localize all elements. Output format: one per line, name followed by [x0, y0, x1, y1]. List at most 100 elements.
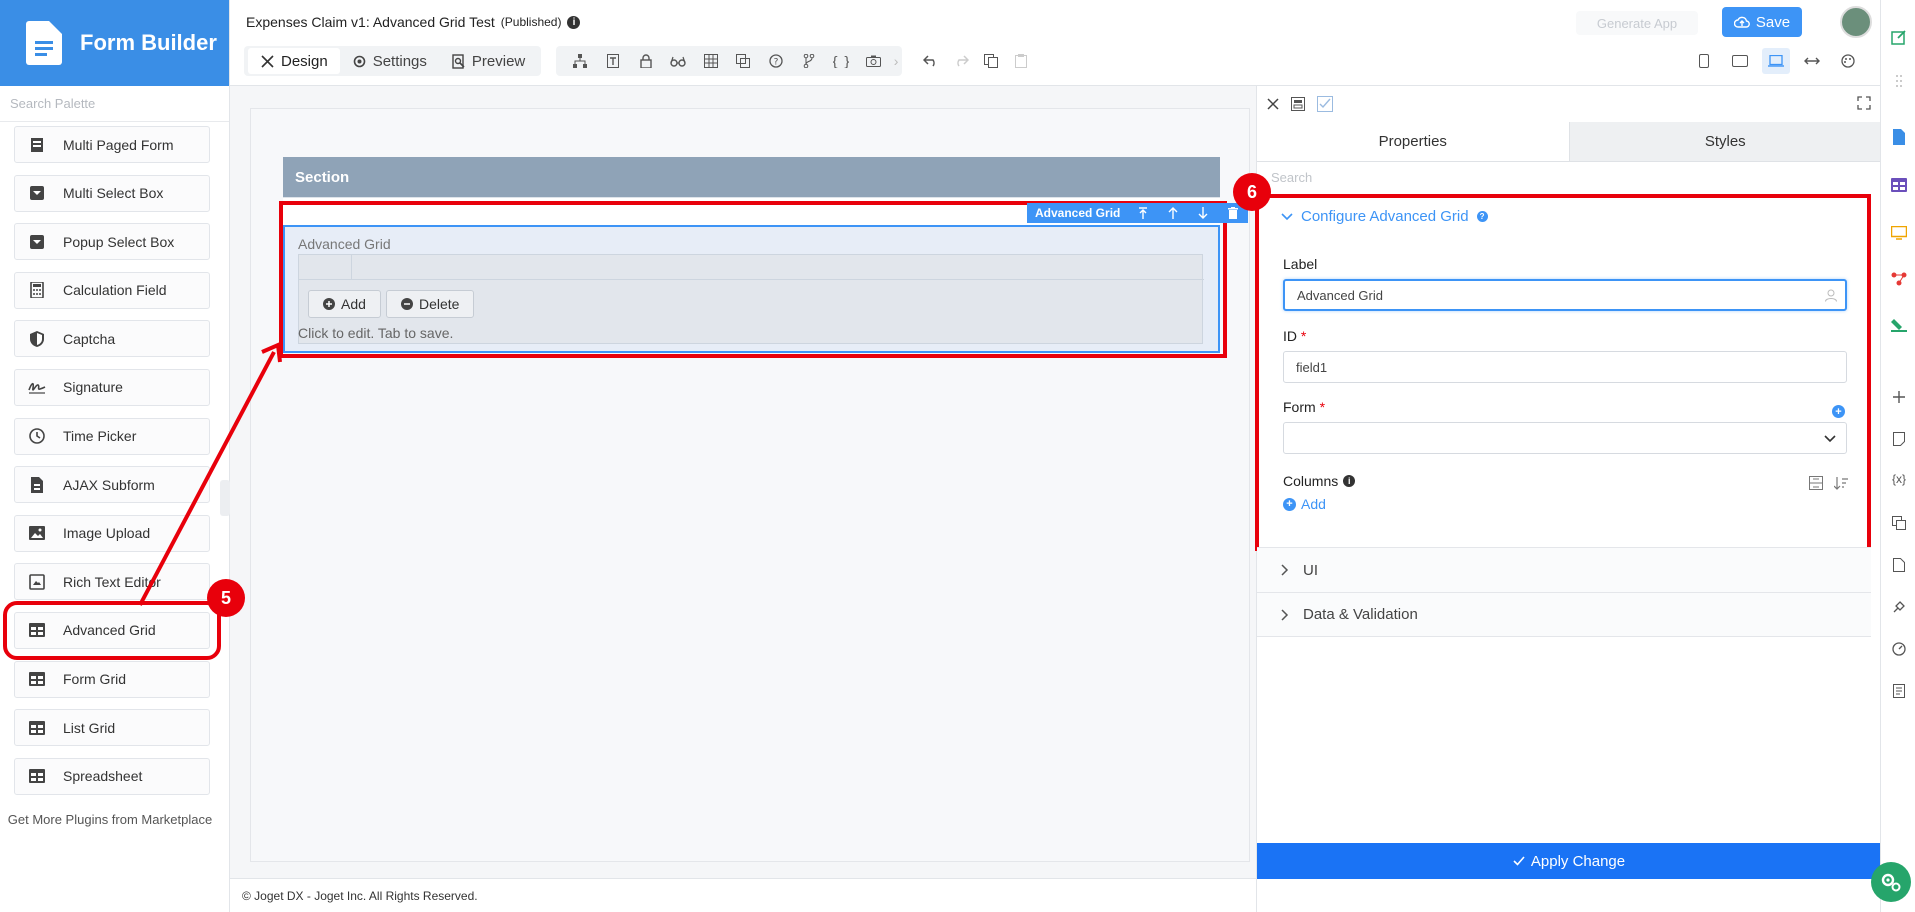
- duplicate-icon[interactable]: [1890, 514, 1908, 532]
- tab-properties[interactable]: Properties: [1257, 122, 1570, 162]
- performance-icon[interactable]: [1890, 640, 1908, 658]
- copy-icon[interactable]: [980, 50, 1002, 72]
- move-down-icon[interactable]: [1188, 203, 1218, 223]
- required-marker: *: [1300, 328, 1307, 344]
- help-icon[interactable]: ?: [760, 46, 793, 76]
- undo-icon[interactable]: [920, 50, 942, 72]
- columns-label: Columns i: [1283, 473, 1356, 489]
- add-icon[interactable]: [1890, 388, 1908, 406]
- palette-item-multi-select-box[interactable]: Multi Select Box: [14, 174, 210, 212]
- close-icon[interactable]: [1267, 98, 1279, 110]
- palette-item-ajax-subform[interactable]: AJAX Subform: [14, 466, 210, 504]
- camera-icon[interactable]: [857, 46, 890, 76]
- tab-settings[interactable]: Settings: [340, 48, 439, 74]
- palette-search-input[interactable]: [10, 96, 210, 111]
- palette-item-image-upload[interactable]: Image Upload: [14, 514, 210, 552]
- plugin-icon[interactable]: [1890, 598, 1908, 616]
- table-icon[interactable]: [694, 46, 727, 76]
- log-icon[interactable]: [1890, 682, 1908, 700]
- info-icon[interactable]: i: [1343, 475, 1356, 487]
- tab-preview[interactable]: Preview: [439, 48, 537, 74]
- document-icon[interactable]: [1890, 556, 1908, 574]
- configure-section-header[interactable]: Configure Advanced Grid ?: [1281, 208, 1488, 225]
- grid-header-row: [299, 255, 1204, 280]
- save-button[interactable]: Save: [1722, 7, 1802, 37]
- sidebar-collapse-handle[interactable]: [220, 480, 230, 516]
- code-braces-icon[interactable]: { }: [825, 46, 858, 76]
- columns-add-button[interactable]: + Add: [1283, 496, 1326, 512]
- palette-item-captcha[interactable]: Captcha: [14, 320, 210, 358]
- element-toolbar: ? { } ›: [556, 46, 902, 76]
- advanced-grid-field[interactable]: Advanced Grid Add Delete Click to edit. …: [283, 225, 1220, 353]
- theme-icon[interactable]: [1890, 316, 1908, 334]
- palette-item-popup-select-box[interactable]: Popup Select Box: [14, 223, 210, 261]
- form-select[interactable]: [1283, 422, 1847, 454]
- datalist-icon[interactable]: [1890, 176, 1908, 194]
- apply-change-button[interactable]: Apply Change: [1257, 843, 1881, 879]
- branch-icon[interactable]: [792, 46, 825, 76]
- columns-layout-icon[interactable]: [1809, 476, 1823, 490]
- grid-delete-button[interactable]: Delete: [386, 290, 475, 318]
- chevron-right-icon[interactable]: ›: [890, 46, 902, 76]
- palette-item-multi-paged-form[interactable]: Multi Paged Form: [14, 126, 210, 163]
- settings-fab[interactable]: [1871, 862, 1911, 902]
- expand-icon[interactable]: [1857, 96, 1871, 110]
- checkbox-icon[interactable]: [1317, 96, 1333, 112]
- redo-icon[interactable]: [950, 50, 972, 72]
- palette-item-spreadsheet[interactable]: Spreadsheet: [14, 757, 210, 795]
- palette-icon[interactable]: [1834, 48, 1862, 74]
- paste-icon[interactable]: [1010, 50, 1032, 72]
- form-canvas[interactable]: Section Advanced Grid Advanced Grid Add …: [250, 108, 1250, 862]
- info-icon[interactable]: i: [567, 15, 581, 29]
- variable-icon[interactable]: {x}: [1890, 470, 1908, 488]
- process-icon[interactable]: [1890, 270, 1908, 288]
- form-icon[interactable]: [1890, 128, 1908, 146]
- copy-style-icon[interactable]: [727, 46, 760, 76]
- palette-item-time-picker[interactable]: Time Picker: [14, 417, 210, 455]
- edit-form-icon[interactable]: [1890, 28, 1908, 46]
- palette-item-rich-text-editor[interactable]: Rich Text Editor: [14, 563, 210, 601]
- grid-add-button[interactable]: Add: [308, 290, 381, 318]
- save-field-icon[interactable]: [1291, 97, 1305, 111]
- sort-icon[interactable]: [1834, 476, 1848, 490]
- add-form-icon[interactable]: +: [1832, 405, 1845, 418]
- properties-search-input[interactable]: [1271, 170, 1571, 185]
- palette-item-label: Time Picker: [63, 428, 137, 445]
- section-header[interactable]: Section: [283, 157, 1220, 197]
- app-title-text: Expenses Claim v1: Advanced Grid Test: [246, 14, 495, 30]
- palette-item-form-grid[interactable]: Form Grid: [14, 660, 210, 698]
- hierarchy-icon[interactable]: [564, 46, 597, 76]
- mobile-view-icon[interactable]: [1690, 48, 1718, 74]
- move-top-icon[interactable]: [1128, 203, 1158, 223]
- step-badge-5: 5: [207, 579, 245, 617]
- palette-item-advanced-grid[interactable]: Advanced Grid: [3, 600, 221, 660]
- glasses-icon[interactable]: [662, 46, 695, 76]
- properties-search[interactable]: [1271, 170, 1571, 185]
- fit-width-icon[interactable]: [1798, 48, 1826, 74]
- tablet-view-icon[interactable]: [1726, 48, 1754, 74]
- lock-icon[interactable]: [629, 46, 662, 76]
- avatar[interactable]: [1840, 6, 1872, 38]
- tab-styles[interactable]: Styles: [1569, 122, 1881, 162]
- marketplace-link[interactable]: Get More Plugins from Marketplace: [0, 811, 220, 829]
- move-up-icon[interactable]: [1158, 203, 1188, 223]
- palette-item-signature[interactable]: Signature: [14, 368, 210, 406]
- palette-search[interactable]: [0, 86, 229, 122]
- note-icon[interactable]: [1890, 430, 1908, 448]
- check-icon: [1513, 856, 1525, 866]
- generate-app-button[interactable]: Generate App: [1576, 11, 1698, 35]
- label-field[interactable]: Advanced Grid: [1283, 279, 1847, 311]
- desktop-view-icon[interactable]: [1762, 48, 1790, 74]
- palette-item-calculation-field[interactable]: Calculation Field: [14, 271, 210, 309]
- columns-label-text: Columns: [1283, 473, 1339, 489]
- section-data-validation[interactable]: Data & Validation: [1257, 592, 1871, 637]
- userview-icon[interactable]: [1890, 224, 1908, 242]
- id-field[interactable]: field1: [1283, 351, 1847, 383]
- section-ui[interactable]: UI: [1257, 547, 1871, 592]
- subform-icon: [27, 475, 47, 495]
- text-field-icon[interactable]: [597, 46, 630, 76]
- palette-item-list-grid[interactable]: List Grid: [14, 709, 210, 747]
- help-icon[interactable]: ?: [1476, 211, 1488, 222]
- drag-handle-icon[interactable]: [1890, 72, 1908, 90]
- tab-design[interactable]: Design: [248, 48, 340, 74]
